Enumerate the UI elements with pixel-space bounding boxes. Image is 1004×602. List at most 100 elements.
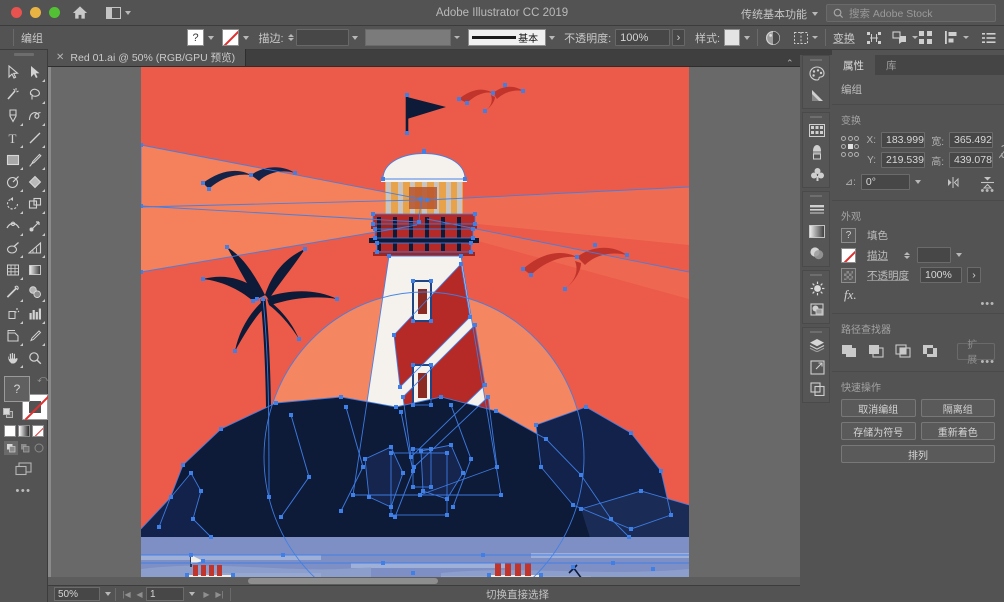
tab-properties[interactable]: 属性 — [832, 55, 875, 75]
gradient-tool[interactable] — [24, 259, 46, 281]
fill-control[interactable]: ? — [187, 29, 214, 46]
canvas-area[interactable] — [48, 67, 832, 585]
slice-tool[interactable] — [24, 325, 46, 347]
stroke-weight-input[interactable] — [917, 247, 951, 263]
draw-normal-button[interactable] — [4, 441, 18, 455]
color-guide-panel-icon[interactable] — [803, 84, 831, 106]
toolbar-drag-handle[interactable] — [0, 50, 47, 59]
appearance-panel-icon[interactable] — [803, 277, 831, 299]
first-artboard-icon[interactable]: |◀ — [120, 587, 133, 601]
color-panel-icon[interactable] — [803, 62, 831, 84]
gradient-panel-icon[interactable] — [803, 220, 831, 242]
chevron-down-icon[interactable] — [105, 592, 111, 596]
tab-library[interactable]: 库 — [875, 55, 908, 75]
chevron-down-icon[interactable] — [915, 180, 921, 184]
minimize-window-button[interactable] — [30, 7, 41, 18]
reference-point-selector[interactable] — [841, 136, 859, 158]
artboard[interactable] — [141, 67, 689, 585]
curvature-tool[interactable] — [24, 105, 46, 127]
stroke-control[interactable] — [222, 29, 249, 46]
ungroup-button[interactable]: 取消编组 — [841, 399, 916, 417]
line-segment-tool[interactable] — [24, 127, 46, 149]
none-button[interactable] — [32, 425, 44, 437]
edit-toolbar-icon[interactable]: ••• — [0, 485, 47, 497]
distribute-button[interactable] — [944, 30, 959, 45]
artboard-number-input[interactable]: 1 — [146, 587, 184, 601]
zoom-tool[interactable] — [24, 347, 46, 369]
zoom-window-button[interactable] — [49, 7, 60, 18]
more-transform-options-icon[interactable]: ••• — [980, 185, 995, 197]
close-window-button[interactable] — [11, 7, 22, 18]
layers-panel-icon[interactable] — [803, 334, 831, 356]
height-input[interactable]: 439.078 — [949, 152, 993, 168]
asset-export-panel-icon[interactable] — [803, 378, 831, 400]
stroke-swatch[interactable] — [841, 248, 856, 263]
minus-front-button[interactable] — [868, 341, 886, 361]
selection-tool[interactable] — [2, 61, 24, 83]
transparency-panel-icon[interactable] — [803, 242, 831, 264]
unite-button[interactable] — [841, 341, 859, 361]
draw-behind-button[interactable] — [18, 441, 32, 455]
opacity-input[interactable]: 100% — [615, 29, 669, 46]
chevron-down-icon[interactable] — [744, 36, 750, 40]
fx-button[interactable]: fx. — [844, 287, 857, 303]
shaper-tool[interactable] — [2, 171, 24, 193]
chevron-down-icon[interactable] — [208, 36, 214, 40]
free-transform-tool[interactable] — [24, 215, 46, 237]
constrain-proportions-icon[interactable] — [999, 144, 1004, 159]
opacity-label[interactable]: 不透明度 — [867, 268, 915, 283]
align-button[interactable] — [793, 31, 809, 45]
stroke-label[interactable]: 描边 — [867, 248, 899, 263]
chevron-down-icon[interactable] — [812, 36, 818, 39]
intersect-button[interactable] — [895, 341, 913, 361]
artboard-tool[interactable] — [2, 325, 24, 347]
stroke-weight-stepper[interactable] — [904, 252, 910, 259]
recolor-artwork-button[interactable] — [765, 30, 781, 46]
swap-fill-stroke-icon[interactable]: ⤺ — [37, 374, 48, 385]
transform-button[interactable]: 变换 — [833, 30, 855, 46]
select-similar-button[interactable] — [892, 31, 908, 45]
eyedropper-tool[interactable] — [2, 281, 24, 303]
direct-selection-tool[interactable] — [24, 61, 46, 83]
y-input[interactable]: 219.539 — [881, 152, 925, 168]
perspective-grid-tool[interactable] — [24, 237, 46, 259]
stroke-profile-select[interactable]: 基本 — [468, 29, 546, 46]
draw-inside-button[interactable] — [32, 441, 46, 455]
recolor-button[interactable]: 重新着色 — [921, 422, 996, 440]
stroke-panel-icon[interactable] — [803, 198, 831, 220]
chevron-down-icon[interactable] — [549, 36, 555, 40]
flip-horizontal-icon[interactable] — [946, 176, 963, 189]
save-as-symbol-button[interactable]: 存储为符号 — [841, 422, 916, 440]
blend-tool[interactable] — [24, 281, 46, 303]
color-button[interactable] — [4, 425, 16, 437]
swatches-panel-icon[interactable] — [803, 119, 831, 141]
chevron-down-icon[interactable] — [963, 36, 969, 39]
arrange-objects-button[interactable] — [918, 30, 933, 45]
isolate-group-button[interactable]: 隔离组 — [921, 399, 996, 417]
opacity-options-button[interactable]: › — [672, 29, 686, 46]
traffic-lights[interactable] — [11, 7, 60, 18]
type-tool[interactable]: T — [2, 127, 24, 149]
last-artboard-icon[interactable]: ▶| — [213, 587, 226, 601]
gradient-button[interactable] — [18, 425, 30, 437]
document-tab[interactable]: ✕ Red 01.ai @ 50% (RGB/GPU 预览) — [48, 49, 246, 66]
pen-tool[interactable] — [2, 105, 24, 127]
opacity-input[interactable]: 100% — [920, 267, 962, 283]
stroke-weight-input[interactable] — [296, 29, 349, 46]
arrange-documents-button[interactable] — [106, 7, 131, 19]
graphic-styles-panel-icon[interactable] — [803, 299, 831, 321]
symbol-sprayer-tool[interactable] — [2, 303, 24, 325]
chevron-down-icon[interactable] — [454, 36, 460, 39]
graphic-style-swatch[interactable] — [724, 29, 740, 46]
brushes-panel-icon[interactable] — [803, 141, 831, 163]
x-input[interactable]: 183.999 — [881, 132, 925, 148]
opacity-swatch[interactable] — [841, 268, 856, 283]
stock-search-input[interactable]: 搜索 Adobe Stock — [826, 4, 996, 22]
isolate-group-button[interactable] — [866, 31, 882, 45]
fill-swatch[interactable]: ? — [187, 29, 204, 46]
stroke-weight-stepper[interactable] — [288, 34, 294, 41]
lasso-tool[interactable] — [24, 83, 46, 105]
stroke-swatch[interactable] — [222, 29, 239, 46]
more-options-button[interactable] — [982, 32, 996, 44]
chevron-down-icon[interactable] — [956, 253, 962, 257]
